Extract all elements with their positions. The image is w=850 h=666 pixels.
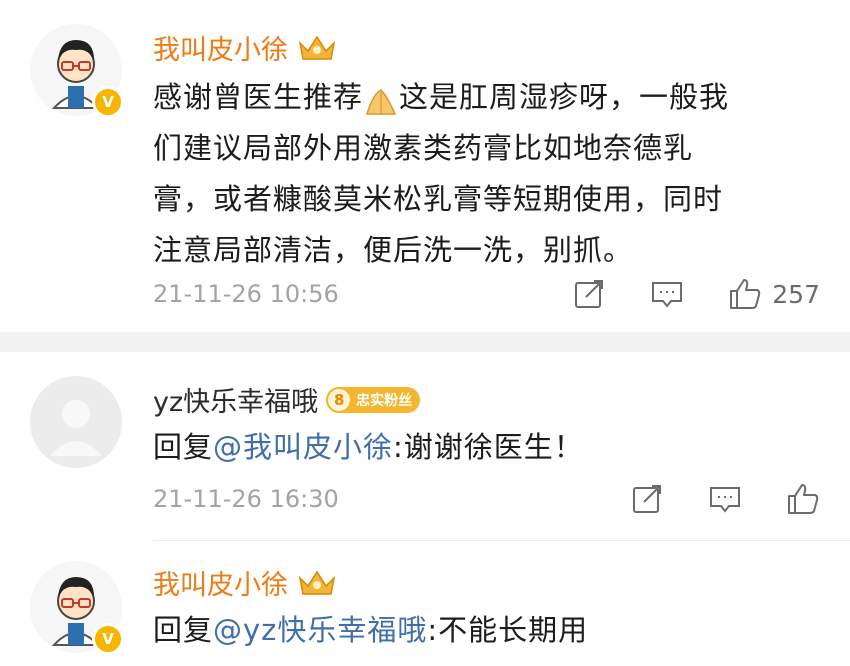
vip-crown-icon [298,570,336,595]
vip-crown-icon [298,35,336,60]
share-icon [575,280,604,308]
reply-button[interactable] [708,482,742,516]
pray-hands-emoji [363,83,399,115]
mention-link[interactable]: @我叫皮小徐 [213,430,393,464]
comment-header: yz快乐幸福哦 8 忠实粉丝 [153,380,421,419]
fan-badge: 8 忠实粉丝 [326,386,421,413]
reply-prefix: 回复 [153,430,214,464]
comment-text: 感谢曾医生推荐 这是肛周湿疹呀，一般我 们建议局部外用激素类药膏比如地奈德乳 膏… [153,72,813,276]
timestamp: 21-11-26 16:30 [153,485,339,513]
verified-badge-icon: V [92,623,124,655]
thumbs-up-icon [730,279,761,309]
comment-header: 我叫皮小徐 [153,28,338,67]
verified-badge-icon: V [92,86,124,118]
comment-text-part: 感谢曾医生推荐 [153,80,364,114]
thumbs-up-icon [788,484,819,514]
timestamp: 21-11-26 10:56 [153,280,339,308]
comment-header: 我叫皮小徐 [153,563,338,602]
comment-text-line: 膏，或者糠酸莫米松乳膏等短期使用，同时 [153,182,724,216]
comment-text-line: 们建议局部外用激素类药膏比如地奈德乳 [153,131,694,165]
comment-icon [710,487,740,513]
reply-text: :谢谢徐医生！ [393,430,584,464]
comment-item: V 我叫皮小徐 回复@yz快乐幸福哦:不能长期用 [0,541,850,666]
comment-item: yz快乐幸福哦 8 忠实粉丝 回复@我叫皮小徐:谢谢徐医生！ 21-11-26 … [0,352,850,542]
comment-text: 回复@yz快乐幸福哦:不能长期用 [153,605,813,656]
default-user-icon [30,376,122,468]
share-button[interactable] [572,277,606,311]
comment-text: 回复@我叫皮小徐:谢谢徐医生！ [153,422,813,473]
like-count: 257 [772,279,820,309]
like-button[interactable]: 257 [728,277,820,311]
fan-level: 8 [326,386,353,413]
comment-text-part: 这是肛周湿疹呀，一般我 [399,80,730,114]
mention-link[interactable]: @yz快乐幸福哦 [213,613,427,647]
avatar[interactable]: V [30,24,124,118]
fan-badge-text: 忠实粉丝 [356,392,413,409]
reply-text: :不能长期用 [427,613,589,647]
comment-text-line: 注意局部清洁，便后洗一洗，别抓。 [153,233,634,267]
section-divider [0,332,850,352]
share-icon [633,485,661,513]
comment-meta: 21-11-26 10:56 257 [153,277,820,311]
comment-meta: 21-11-26 16:30 [153,482,820,516]
comment-item: V 我叫皮小徐 感谢曾医生推荐 这是肛周湿疹呀，一般我 们建议局部外用激素类药膏… [0,0,850,332]
username[interactable]: 我叫皮小徐 [153,563,288,602]
share-button[interactable] [630,482,664,516]
avatar[interactable] [30,376,122,468]
username[interactable]: 我叫皮小徐 [153,28,288,67]
like-button[interactable] [786,482,820,516]
reply-button[interactable] [650,277,684,311]
avatar[interactable]: V [30,561,124,655]
reply-prefix: 回复 [153,613,214,647]
comment-icon [652,282,683,308]
username[interactable]: yz快乐幸福哦 [153,380,318,419]
